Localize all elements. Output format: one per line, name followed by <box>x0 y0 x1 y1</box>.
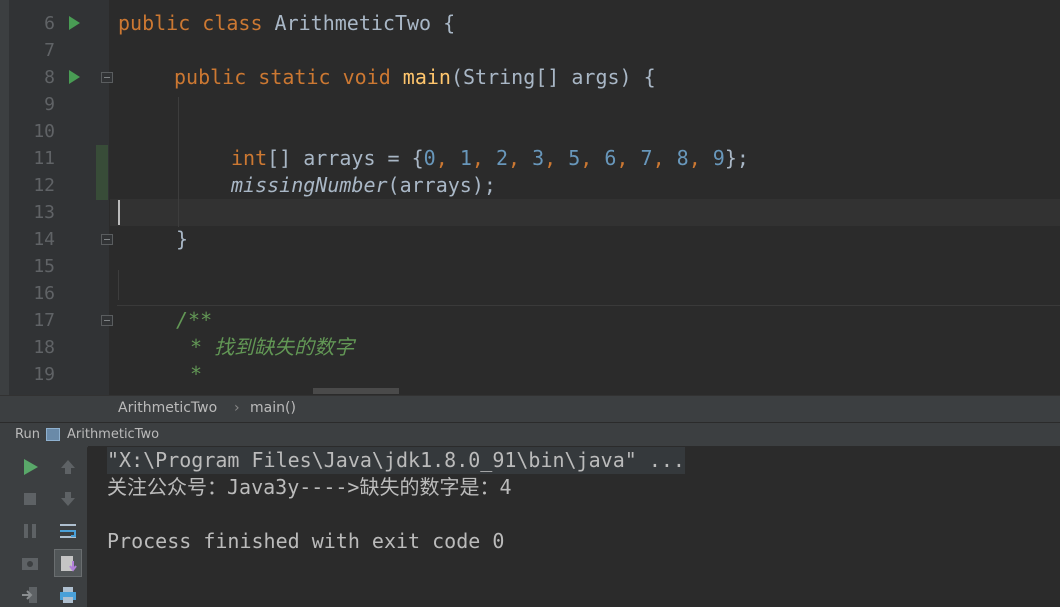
code-keyword: public class <box>118 11 263 35</box>
horizontal-scrollbar[interactable] <box>313 388 399 394</box>
code-line-19[interactable]: * <box>178 361 202 388</box>
text-caret <box>118 200 120 225</box>
line-number: 14 <box>33 229 55 250</box>
code-number: 9 <box>712 146 725 170</box>
run-tab-label[interactable]: Run <box>15 427 40 442</box>
console-command-line: "X:\Program Files\Java\jdk1.8.0_91\bin\j… <box>107 447 685 474</box>
exit-icon[interactable] <box>19 584 41 606</box>
current-line-highlight <box>110 199 1060 226</box>
code-line-11[interactable]: int[] arrays = {0, 1, 2, 3, 5, 6, 7, 8, … <box>231 145 749 172</box>
console-line: Process finished with exit code 0 <box>107 529 505 553</box>
scroll-to-end-toggle[interactable] <box>54 549 82 577</box>
run-toolbar <box>9 446 87 607</box>
code-text: [] arrays = { <box>267 146 424 170</box>
code-number: 1 <box>459 146 472 170</box>
fold-icon[interactable] <box>101 72 113 83</box>
console-line: 关注公众号：Java3y---->缺失的数字是：4 <box>107 475 512 499</box>
breadcrumb-class[interactable]: ArithmeticTwo <box>118 400 217 416</box>
code-text: }; <box>724 146 749 170</box>
indent-guide <box>178 97 179 227</box>
code-text: ArithmeticTwo { <box>262 11 456 35</box>
code-number: 3 <box>532 146 545 170</box>
line-number: 12 <box>33 175 55 196</box>
breadcrumb-separator: › <box>234 400 240 416</box>
line-number: 9 <box>44 94 55 115</box>
code-method-name: main <box>402 65 451 89</box>
line-number: 18 <box>33 337 55 358</box>
run-gutter-icon[interactable] <box>69 70 80 84</box>
indent-guide <box>118 270 119 300</box>
camera-icon[interactable] <box>19 552 41 574</box>
line-number: 10 <box>33 121 55 142</box>
fold-icon[interactable] <box>101 234 113 245</box>
line-number: 19 <box>33 364 55 385</box>
pause-icon[interactable] <box>19 520 41 542</box>
code-line-6[interactable]: public class ArithmeticTwo { <box>118 10 455 37</box>
code-line-12[interactable]: missingNumber(arrays); <box>231 172 496 199</box>
breadcrumb: ArithmeticTwo › main() <box>0 395 1060 423</box>
line-number: 13 <box>33 202 55 223</box>
scroll-down-icon[interactable] <box>57 488 79 510</box>
stop-icon[interactable] <box>19 488 41 510</box>
line-number: 16 <box>33 283 55 304</box>
line-number: 7 <box>44 40 55 61</box>
soft-wrap-icon[interactable] <box>57 520 79 542</box>
line-number: 17 <box>33 310 55 331</box>
vcs-change-marker[interactable] <box>96 145 108 200</box>
run-config-icon <box>46 428 60 441</box>
code-method-call: missingNumber <box>231 173 388 197</box>
line-number: 8 <box>44 67 55 88</box>
breadcrumb-method[interactable]: main() <box>250 400 296 416</box>
scroll-to-end-icon <box>61 556 77 572</box>
code-keyword: int <box>231 146 268 170</box>
line-number: 6 <box>44 13 55 34</box>
code-number: 8 <box>676 146 689 170</box>
code-number: 6 <box>604 146 617 170</box>
code-line-8[interactable]: public static void main(String[] args) { <box>174 64 656 91</box>
code-number: 2 <box>495 146 508 170</box>
method-separator <box>117 305 1060 306</box>
code-line-14[interactable]: } <box>176 226 188 253</box>
code-text: (String[] args) { <box>450 65 656 89</box>
code-line-17[interactable]: /** <box>176 307 212 334</box>
run-panel-header: Run ArithmeticTwo <box>0 422 1060 448</box>
run-gutter-icon[interactable] <box>69 16 80 30</box>
code-text: (arrays); <box>387 173 496 197</box>
code-keyword: public static void <box>174 65 391 89</box>
scroll-up-icon[interactable] <box>57 456 79 478</box>
code-number: 7 <box>640 146 653 170</box>
code-line-18[interactable]: * 找到缺失的数字 <box>178 334 354 361</box>
line-number: 11 <box>33 148 55 169</box>
left-tool-strip <box>0 446 9 607</box>
fold-icon[interactable] <box>101 315 113 326</box>
run-config-name[interactable]: ArithmeticTwo <box>67 427 159 442</box>
rerun-icon[interactable] <box>19 456 41 478</box>
print-icon[interactable] <box>57 584 79 606</box>
line-number: 15 <box>33 256 55 277</box>
code-number: 5 <box>568 146 581 170</box>
code-number: 0 <box>423 146 436 170</box>
